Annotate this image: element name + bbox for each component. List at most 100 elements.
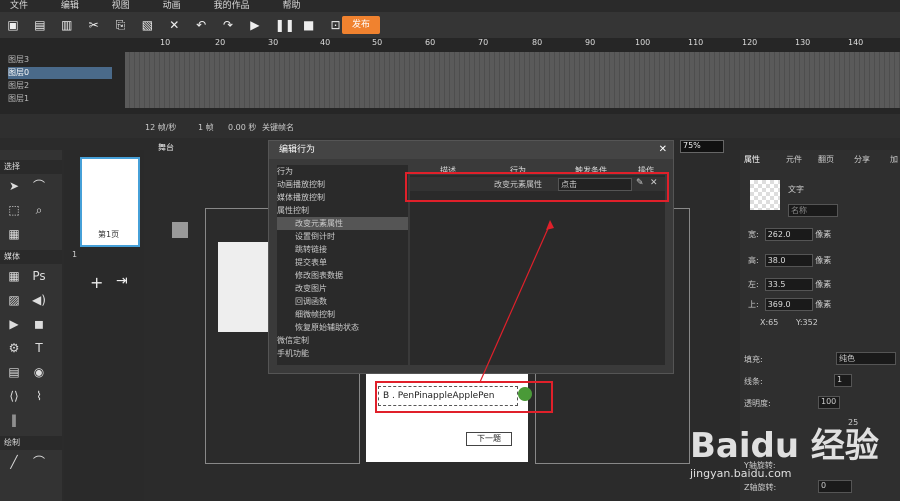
code-icon[interactable]: ⟨⟩ xyxy=(6,388,22,404)
open-file-icon[interactable]: ▤ xyxy=(33,18,47,32)
tree-item[interactable]: 媒体播放控制 xyxy=(277,191,408,204)
publish-button[interactable]: 发布 xyxy=(342,16,380,34)
top-row: 上: 369.0 像素 xyxy=(748,298,831,311)
hand-icon[interactable]: ▦ xyxy=(6,226,22,242)
name-input[interactable]: 名称 xyxy=(788,204,838,217)
tab-properties[interactable]: 属性 xyxy=(744,154,760,165)
grid-icon[interactable]: ▦ xyxy=(6,268,22,284)
next-question-button[interactable]: 下一题 xyxy=(466,432,512,446)
zoom-icon[interactable]: ⌕ xyxy=(31,202,47,218)
menu-my-works[interactable]: 我的作品 xyxy=(214,0,250,12)
new-file-icon[interactable]: ▣ xyxy=(6,18,20,32)
ruler-tick: 20 xyxy=(215,38,226,47)
menu-help[interactable]: 帮助 xyxy=(282,0,300,12)
left-input[interactable]: 33.5 xyxy=(764,278,813,291)
timeline-frames[interactable] xyxy=(125,52,900,108)
watermark: Baidu 经验 jingyan.baidu.com xyxy=(690,418,890,498)
undo-icon[interactable]: ↶ xyxy=(194,18,208,32)
menu-file[interactable]: 文件 xyxy=(10,0,28,12)
ps-icon[interactable]: Ps xyxy=(31,268,47,284)
page-thumbnail[interactable]: 第1页 xyxy=(80,157,140,247)
chart-icon[interactable]: ⌇ xyxy=(31,388,47,404)
save-icon[interactable]: ▥ xyxy=(60,18,74,32)
layer-item-selected[interactable]: 图层0 xyxy=(8,67,112,79)
watermark-url: jingyan.baidu.com xyxy=(690,467,792,480)
pointer-icon[interactable]: ➤ xyxy=(6,178,22,194)
hotspot-icon[interactable]: ◉ xyxy=(31,364,47,380)
barcode-icon[interactable]: ‖ xyxy=(6,412,22,428)
line-width-input[interactable]: 1 xyxy=(834,374,852,387)
element-preview xyxy=(750,180,780,210)
y-coordinate: Y:352 xyxy=(796,318,818,327)
tree-item[interactable]: 跳转链接 xyxy=(277,243,408,256)
tree-item[interactable]: 动画播放控制 xyxy=(277,178,408,191)
layer-item[interactable]: 图层3 xyxy=(8,54,112,66)
menu-edit[interactable]: 编辑 xyxy=(61,0,79,12)
tab-share[interactable]: 分享 xyxy=(854,154,870,165)
marquee-icon[interactable]: ⬚ xyxy=(6,202,22,218)
ruler-tick: 40 xyxy=(320,38,331,47)
layer-item[interactable]: 图层2 xyxy=(8,80,112,92)
delete-icon[interactable]: ✕ xyxy=(167,18,181,32)
dialog-close-icon[interactable]: ✕ xyxy=(659,141,667,159)
pause-icon[interactable]: ❚❚ xyxy=(275,18,295,32)
width-unit: 像素 xyxy=(815,230,832,239)
tab-more[interactable]: 加 xyxy=(890,154,898,165)
tree-item[interactable]: 设置倒计时 xyxy=(277,230,408,243)
draw-section-header: 绘制 xyxy=(0,436,62,450)
shape-icon[interactable]: ◼ xyxy=(31,316,47,332)
stop-icon[interactable]: ■ xyxy=(302,18,316,32)
tree-item[interactable]: 细微帧控制 xyxy=(277,308,408,321)
ruler-tick: 110 xyxy=(688,38,704,47)
paste-icon[interactable]: ▧ xyxy=(140,18,154,32)
copy-icon[interactable]: ⎘ xyxy=(114,18,128,32)
fill-type-select[interactable]: 纯色 xyxy=(836,352,896,365)
layer-item[interactable]: 图层1 xyxy=(8,93,112,105)
add-page-icon[interactable]: + xyxy=(90,273,103,292)
fill-label: 填充: xyxy=(744,355,763,364)
stage-placeholder xyxy=(172,222,188,238)
left-unit: 像素 xyxy=(815,280,832,289)
tree-item[interactable]: 恢复原始辅助状态 xyxy=(277,321,408,334)
play-icon[interactable]: ▶ xyxy=(248,18,262,32)
height-label: 高: xyxy=(748,256,759,265)
tree-item[interactable]: 微信定制 xyxy=(277,334,408,347)
line-icon[interactable]: ╱ xyxy=(6,454,22,470)
tree-item[interactable]: 改变图片 xyxy=(277,282,408,295)
preview-icon[interactable]: ⊡ xyxy=(329,18,343,32)
text-icon[interactable]: T xyxy=(31,340,47,356)
cut-icon[interactable]: ✂ xyxy=(87,18,101,32)
tree-item[interactable]: 手机功能 xyxy=(277,347,408,360)
ruler-tick: 130 xyxy=(795,38,811,47)
tree-item-selected[interactable]: 改变元素属性 xyxy=(277,217,408,230)
redo-icon[interactable]: ↷ xyxy=(221,18,235,32)
width-label: 宽: xyxy=(748,230,759,239)
tree-item[interactable]: 回调函数 xyxy=(277,295,408,308)
tab-flip[interactable]: 翻页 xyxy=(818,154,834,165)
audio-icon[interactable]: ◀) xyxy=(31,292,47,308)
height-input[interactable]: 38.0 xyxy=(764,254,813,267)
import-page-icon[interactable]: ⇥ xyxy=(116,273,128,289)
form-icon[interactable]: ▤ xyxy=(6,364,22,380)
lasso-icon[interactable]: ⌒ xyxy=(31,178,47,194)
video-icon[interactable]: ▶ xyxy=(6,316,22,332)
tree-item[interactable]: 提交表单 xyxy=(277,256,408,269)
stage-tab[interactable]: 舞台 xyxy=(158,142,174,153)
ruler-tick: 30 xyxy=(268,38,279,47)
menu-animation[interactable]: 动画 xyxy=(163,0,181,12)
top-input[interactable]: 369.0 xyxy=(764,298,813,311)
tab-components[interactable]: 元件 xyxy=(786,154,802,165)
tree-item[interactable]: 修改图表数据 xyxy=(277,269,408,282)
zoom-select[interactable]: 75% xyxy=(680,140,724,153)
curve-icon[interactable]: ⌒ xyxy=(31,454,47,470)
width-input[interactable]: 262.0 xyxy=(764,228,813,241)
image-icon[interactable]: ▨ xyxy=(6,292,22,308)
ruler-tick: 60 xyxy=(425,38,436,47)
time-readout: 0.00 秒 xyxy=(228,123,257,132)
menu-view[interactable]: 视图 xyxy=(112,0,130,12)
keyframe-name-label: 关键帧名 xyxy=(262,123,294,132)
settings-icon[interactable]: ⚙ xyxy=(6,340,22,356)
select-section-header: 选择 xyxy=(0,160,62,174)
opacity-input[interactable]: 100 xyxy=(818,396,840,409)
tree-item[interactable]: 属性控制 xyxy=(277,204,408,217)
